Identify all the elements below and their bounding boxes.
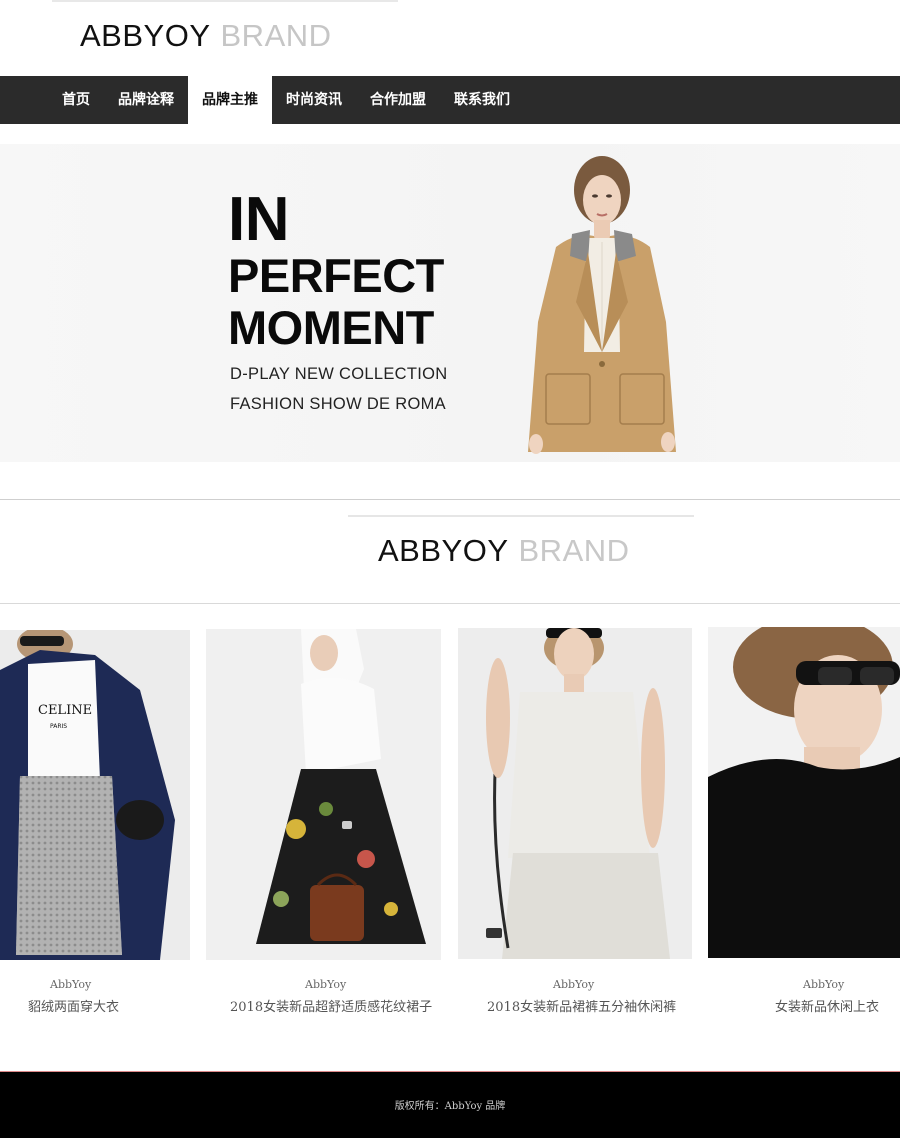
product-image-4[interactable]: [708, 627, 900, 958]
product-brand-1: AbbYoy: [50, 978, 92, 991]
product-card-1[interactable]: CELINE PARIS AbbYoy 貂绒两面穿大衣: [0, 628, 190, 1018]
section-divider-bottom: [0, 603, 900, 604]
main-nav: 首页 品牌诠释 品牌主推 时尚资讯 合作加盟 联系我们: [0, 76, 900, 124]
svg-text:PARIS: PARIS: [50, 723, 67, 730]
product-card-4[interactable]: AbbYoy 女装新品休闲上衣: [708, 627, 900, 1018]
section-divider-top: [0, 499, 900, 500]
nav-item-franchise[interactable]: 合作加盟: [356, 76, 440, 124]
section-brand-line: [348, 515, 694, 517]
hero-subline-1: D-PLAY NEW COLLECTION: [230, 365, 448, 383]
product-brand-2: AbbYoy: [305, 978, 347, 991]
section-brand-primary: ABBYOY: [378, 533, 509, 568]
product-image-3[interactable]: [458, 628, 692, 959]
section-brand-secondary: BRAND: [518, 533, 630, 568]
logo-secondary-text: BRAND: [220, 18, 332, 53]
product-title-2[interactable]: 2018女装新品超舒适质感花纹裙子: [230, 996, 432, 1015]
site-logo[interactable]: ABBYOY BRAND: [80, 16, 332, 56]
product-title-1[interactable]: 貂绒两面穿大衣: [28, 996, 119, 1015]
site-footer: 版权所有：AbbYoy 品牌: [0, 1071, 900, 1138]
hero-model-image: [528, 156, 676, 454]
product-card-3[interactable]: AbbYoy 2018女装新品裙裤五分袖休闲裤: [458, 628, 694, 1018]
nav-item-news[interactable]: 时尚资讯: [272, 76, 356, 124]
hero-subline-2: FASHION SHOW DE ROMA: [230, 395, 446, 413]
product-brand-4: AbbYoy: [803, 978, 845, 991]
product-title-3[interactable]: 2018女装新品裙裤五分袖休闲裤: [487, 996, 676, 1015]
nav-item-home[interactable]: 首页: [48, 76, 104, 124]
svg-text:CELINE: CELINE: [38, 703, 92, 718]
hero-banner[interactable]: IN PERFECT MOMENT D-PLAY NEW COLLECTION …: [0, 144, 900, 462]
header-top-line: [52, 0, 398, 2]
nav-item-featured[interactable]: 品牌主推: [188, 76, 272, 124]
hero-headline-line3: MOMENT: [228, 301, 434, 354]
product-card-2[interactable]: AbbYoy 2018女装新品超舒适质感花纹裙子: [206, 628, 442, 1018]
hero-headline-line1: IN: [228, 185, 290, 254]
footer-copyright: 版权所有：AbbYoy 品牌: [394, 1101, 506, 1112]
logo-primary-text: ABBYOY: [80, 18, 211, 53]
nav-item-contact[interactable]: 联系我们: [440, 76, 524, 124]
product-title-4[interactable]: 女装新品休闲上衣: [775, 996, 879, 1015]
section-brand-title: ABBYOY BRAND: [378, 532, 630, 570]
product-brand-3: AbbYoy: [553, 978, 595, 991]
product-image-2[interactable]: [206, 629, 441, 960]
product-image-1[interactable]: CELINE PARIS: [0, 630, 190, 960]
hero-headline-line2: PERFECT: [228, 249, 444, 302]
site-header: ABBYOY BRAND: [0, 0, 900, 76]
nav-item-brand-story[interactable]: 品牌诠释: [104, 76, 188, 124]
